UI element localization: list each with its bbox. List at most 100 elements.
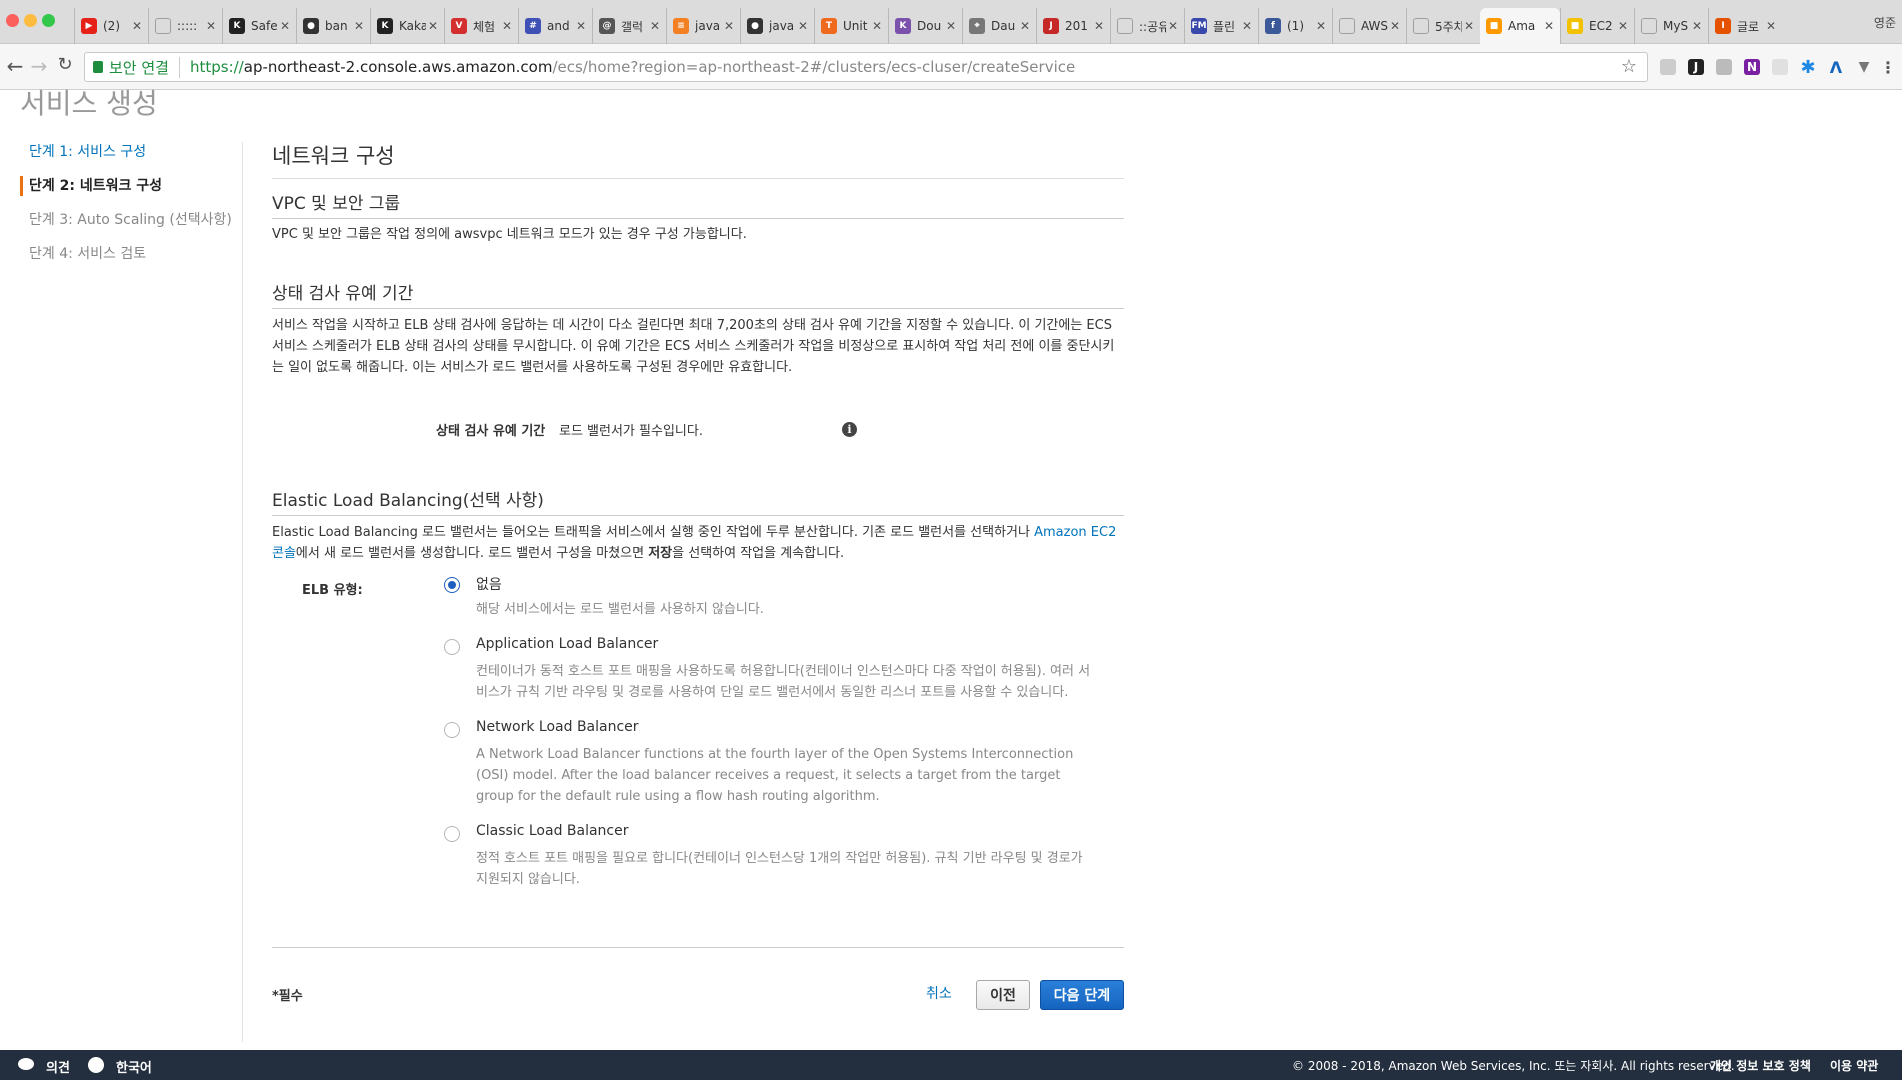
reload-icon[interactable]: ↻ bbox=[54, 54, 76, 75]
tab-close-icon[interactable]: ✕ bbox=[502, 19, 512, 33]
option-title: Network Load Balancer bbox=[476, 719, 639, 735]
tab-close-icon[interactable]: ✕ bbox=[1242, 19, 1252, 33]
tab-close-icon[interactable]: ✕ bbox=[1544, 19, 1554, 33]
address-toolbar: ← → ↻ 보안 연결 https:// ap-northeast-2.cons… bbox=[0, 44, 1902, 90]
extension-icon[interactable] bbox=[1660, 59, 1676, 75]
tab-close-icon[interactable]: ✕ bbox=[428, 19, 438, 33]
tab-close-icon[interactable]: ✕ bbox=[1020, 19, 1030, 33]
radio-nlb[interactable] bbox=[444, 722, 460, 738]
tab-close-icon[interactable]: ✕ bbox=[650, 19, 660, 33]
browser-tab[interactable]: K Safe ✕ bbox=[222, 8, 296, 44]
browser-tab[interactable]: FM 플린 ✕ bbox=[1184, 8, 1258, 44]
browser-tab[interactable]: ::공유✕ bbox=[1110, 8, 1184, 44]
kotlin-icon: K bbox=[895, 18, 911, 34]
main-content: 네트워크 구성 VPC 및 보안 그룹 VPC 및 보안 그룹은 작업 정의에 … bbox=[272, 140, 1124, 378]
elb-text-1: Elastic Load Balancing 로드 밸런서는 들어오는 트래픽을… bbox=[272, 525, 1035, 540]
stackoverflow-icon: ≡ bbox=[673, 18, 689, 34]
tab-close-icon[interactable]: ✕ bbox=[1168, 19, 1178, 33]
browser-tab[interactable]: K Kaka ✕ bbox=[370, 8, 444, 44]
browser-tab[interactable]: f (1) ✕ bbox=[1258, 8, 1332, 44]
browser-tab[interactable]: MyS ✕ bbox=[1634, 8, 1708, 44]
previous-button[interactable]: 이전 bbox=[976, 980, 1030, 1010]
browser-tab[interactable]: ● ban ✕ bbox=[296, 8, 370, 44]
youtube-icon: ▶ bbox=[81, 18, 97, 34]
jetbrains-extension-icon[interactable]: J bbox=[1688, 59, 1704, 75]
forward-arrow-icon[interactable]: → bbox=[28, 54, 50, 78]
step-4-item: 단계 4: 서비스 검토 bbox=[29, 246, 147, 262]
terms-link[interactable]: 이용 약관 bbox=[1830, 1057, 1878, 1074]
onenote-extension-icon[interactable]: N bbox=[1744, 59, 1760, 75]
next-step-button[interactable]: 다음 단계 bbox=[1040, 980, 1124, 1010]
secure-connection-label[interactable]: 보안 연결 bbox=[109, 56, 180, 78]
browser-tab[interactable]: I 글로 ✕ bbox=[1708, 8, 1782, 44]
github-icon: ● bbox=[303, 18, 319, 34]
url-bar[interactable]: 보안 연결 https:// ap-northeast-2.console.aw… bbox=[84, 52, 1648, 82]
browser-tab[interactable]: ▶ (2) ✕ bbox=[74, 8, 148, 44]
menu-dots-icon[interactable]: ⋮ bbox=[1880, 58, 1896, 77]
box-extension-icon[interactable] bbox=[1716, 59, 1732, 75]
lambda-extension-icon[interactable]: Λ bbox=[1828, 58, 1844, 77]
browser-tab[interactable]: ⌖ Dau ✕ bbox=[962, 8, 1036, 44]
circle-extension-icon[interactable] bbox=[1772, 59, 1788, 75]
tab-close-icon[interactable]: ✕ bbox=[1094, 19, 1104, 33]
tab-label: ban bbox=[325, 19, 348, 33]
radio-alb[interactable] bbox=[444, 639, 460, 655]
tab-close-icon[interactable]: ✕ bbox=[872, 19, 882, 33]
tab-label: (2) bbox=[103, 19, 120, 33]
tab-close-icon[interactable]: ✕ bbox=[354, 19, 364, 33]
spiral-icon: @ bbox=[599, 18, 615, 34]
step-1-link[interactable]: 단계 1: 서비스 구성 bbox=[20, 138, 240, 172]
bookmark-star-icon[interactable]: ☆ bbox=[1621, 56, 1637, 77]
privacy-policy-link[interactable]: 개인 정보 보호 정책 bbox=[1710, 1057, 1811, 1074]
cancel-button[interactable]: 취소 bbox=[926, 978, 952, 1010]
browser-tab[interactable]: @ 갤럭 ✕ bbox=[592, 8, 666, 44]
asterisk-extension-icon[interactable]: ✱ bbox=[1800, 57, 1816, 78]
radio-none[interactable] bbox=[444, 577, 460, 593]
profile-label[interactable]: 영준 bbox=[1874, 14, 1896, 31]
browser-tab[interactable]: 5주차 ✕ bbox=[1406, 8, 1480, 44]
tab-close-icon[interactable]: ✕ bbox=[798, 19, 808, 33]
option-title: 없음 bbox=[476, 577, 502, 593]
browser-tab[interactable]: J 201 ✕ bbox=[1036, 8, 1110, 44]
browser-tab[interactable]: T Unit ✕ bbox=[814, 8, 888, 44]
tab-label: java bbox=[695, 19, 721, 33]
browser-tab[interactable]: AWS ✕ bbox=[1332, 8, 1406, 44]
tab-close-icon[interactable]: ✕ bbox=[946, 19, 956, 33]
browser-tab[interactable]: # and ✕ bbox=[518, 8, 592, 44]
option-title: Application Load Balancer bbox=[476, 636, 659, 652]
back-arrow-icon[interactable]: ← bbox=[4, 54, 26, 78]
vuetify-extension-icon[interactable]: ▼ bbox=[1856, 59, 1872, 75]
browser-tab-bar: ▶ (2) ✕::::: ✕ K Safe ✕ ● ban ✕ K Kaka ✕ V 체험 ✕ # and ✕ @ 갤럭… bbox=[0, 0, 1902, 44]
browser-tab[interactable]: V 체험 ✕ bbox=[444, 8, 518, 44]
tab-close-icon[interactable]: ✕ bbox=[576, 19, 586, 33]
language-selector[interactable]: 한국어 bbox=[116, 1057, 152, 1076]
tab-close-icon[interactable]: ✕ bbox=[1316, 19, 1326, 33]
feedback-link[interactable]: 의견 bbox=[46, 1057, 70, 1076]
tab-close-icon[interactable]: ✕ bbox=[724, 19, 734, 33]
tab-close-icon[interactable]: ✕ bbox=[280, 19, 290, 33]
tab-close-icon[interactable]: ✕ bbox=[1464, 19, 1474, 33]
browser-tab[interactable]: ● java ✕ bbox=[740, 8, 814, 44]
tab-close-icon[interactable]: ✕ bbox=[132, 19, 142, 33]
tab-label: AWS bbox=[1361, 19, 1388, 33]
elb-text-3: 을 선택하여 작업을 계속합니다. bbox=[672, 546, 845, 561]
lock-icon bbox=[93, 61, 103, 73]
tab-close-icon[interactable]: ✕ bbox=[1618, 19, 1628, 33]
browser-tab[interactable]: ::::: ✕ bbox=[148, 8, 222, 44]
radio-clb[interactable] bbox=[444, 826, 460, 842]
browser-tab[interactable]: ≡ java ✕ bbox=[666, 8, 740, 44]
browser-tab[interactable]: K Dou ✕ bbox=[888, 8, 962, 44]
tab-close-icon[interactable]: ✕ bbox=[206, 19, 216, 33]
tab-label: MyS bbox=[1663, 19, 1689, 33]
tab-label: Dou bbox=[917, 19, 942, 33]
browser-tab[interactable]: ■ EC2 ✕ bbox=[1560, 8, 1634, 44]
browser-tab[interactable]: ■ Ama ✕ bbox=[1480, 8, 1560, 44]
minimize-window-icon[interactable] bbox=[24, 14, 37, 27]
close-window-icon[interactable] bbox=[6, 14, 19, 27]
page-icon bbox=[1339, 18, 1355, 34]
maximize-window-icon[interactable] bbox=[42, 14, 55, 27]
info-icon[interactable]: i bbox=[842, 422, 857, 437]
tab-close-icon[interactable]: ✕ bbox=[1766, 19, 1776, 33]
tab-close-icon[interactable]: ✕ bbox=[1390, 19, 1400, 33]
tab-close-icon[interactable]: ✕ bbox=[1692, 19, 1702, 33]
